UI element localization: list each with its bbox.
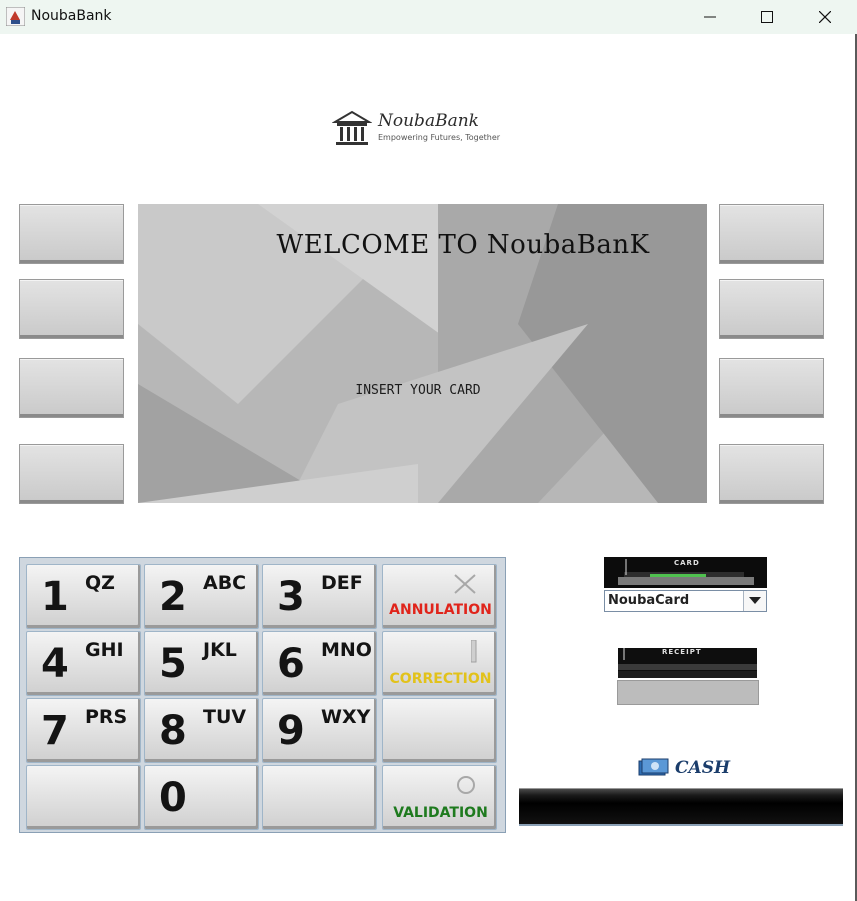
receipt-slot: RECEIPT: [618, 648, 757, 678]
key-letters: MNO: [321, 639, 372, 661]
key-digit: 1: [41, 574, 69, 620]
annulation-label: ANNULATION: [389, 602, 492, 618]
key-digit: 9: [277, 708, 305, 754]
blank-key-left[interactable]: [26, 765, 141, 830]
key-digit: 8: [159, 708, 187, 754]
blank-key-right[interactable]: [262, 765, 377, 830]
java-cup-icon: [6, 7, 25, 26]
validation-button[interactable]: VALIDATION: [382, 765, 497, 830]
validation-label: VALIDATION: [393, 805, 488, 821]
left-screen-button-1[interactable]: [19, 204, 124, 264]
chevron-down-icon: [749, 597, 761, 604]
cash-bill-icon: [638, 758, 669, 776]
key-3[interactable]: 3 DEF: [262, 564, 377, 629]
key-letters: WXY: [321, 706, 371, 728]
right-screen-button-1[interactable]: [719, 204, 824, 264]
cancel-x-icon: [454, 574, 476, 594]
key-digit: 2: [159, 574, 187, 620]
card-slot-label: CARD: [674, 559, 700, 567]
receipt-paper[interactable]: [617, 680, 759, 705]
left-screen-button-3[interactable]: [19, 358, 124, 418]
key-digit: 5: [159, 641, 187, 687]
welcome-message: WELCOME TO NoubaBanK: [276, 230, 650, 260]
maximize-button[interactable]: [738, 0, 796, 34]
key-9[interactable]: 9 WXY: [262, 698, 377, 763]
card-select-value: NoubaCard: [608, 593, 690, 608]
bank-logo: NoubaBank Empowering Futures, Together: [330, 105, 520, 155]
window-title: NoubaBank: [31, 8, 112, 24]
key-letters: DEF: [321, 572, 363, 594]
key-2[interactable]: 2 ABC: [144, 564, 259, 629]
close-button[interactable]: [796, 0, 854, 34]
atm-screen: WELCOME TO NoubaBanK INSERT YOUR CARD: [138, 204, 707, 503]
minimize-button[interactable]: [681, 0, 739, 34]
key-digit: 7: [41, 708, 69, 754]
key-letters: JKL: [203, 639, 237, 661]
left-screen-button-4[interactable]: [19, 444, 124, 504]
key-letters: GHI: [85, 639, 124, 661]
maximize-icon: [761, 11, 773, 23]
key-letters: QZ: [85, 572, 115, 594]
card-select[interactable]: NoubaCard: [604, 590, 767, 612]
card-slot[interactable]: CARD: [604, 557, 767, 588]
correction-label: CORRECTION: [389, 671, 492, 687]
key-0[interactable]: 0: [144, 765, 259, 830]
key-letters: ABC: [203, 572, 247, 594]
cash-label: CASH: [675, 758, 731, 778]
key-digit: 3: [277, 574, 305, 620]
key-digit: 6: [277, 641, 305, 687]
cash-dispenser-slot: [519, 788, 843, 826]
blank-function-button[interactable]: [382, 698, 497, 763]
key-letters: TUV: [203, 706, 247, 728]
key-6[interactable]: 6 MNO: [262, 631, 377, 696]
right-screen-button-2[interactable]: [719, 279, 824, 339]
annulation-button[interactable]: ANNULATION: [382, 564, 497, 629]
keypad: 1 QZ 2 ABC 3 DEF ANNULATION 4 GHI 5 JKL …: [19, 557, 506, 833]
right-screen-button-3[interactable]: [719, 358, 824, 418]
key-1[interactable]: 1 QZ: [26, 564, 141, 629]
key-letters: PRS: [85, 706, 128, 728]
logo-tagline: Empowering Futures, Together: [378, 133, 501, 142]
insert-card-prompt: INSERT YOUR CARD: [355, 383, 481, 398]
correction-button[interactable]: CORRECTION: [382, 631, 497, 696]
minimize-icon: [704, 16, 716, 18]
bank-building-icon: [332, 110, 372, 145]
key-7[interactable]: 7 PRS: [26, 698, 141, 763]
receipt-slot-label: RECEIPT: [662, 648, 702, 656]
left-screen-button-2[interactable]: [19, 279, 124, 339]
window-titlebar: NoubaBank: [0, 0, 857, 34]
key-8[interactable]: 8 TUV: [144, 698, 259, 763]
bar-icon: [471, 640, 477, 663]
key-4[interactable]: 4 GHI: [26, 631, 141, 696]
circle-icon: [457, 776, 475, 794]
key-digit: 4: [41, 641, 69, 687]
close-icon: [819, 11, 831, 23]
right-screen-button-4[interactable]: [719, 444, 824, 504]
card-select-dropdown-button[interactable]: [743, 591, 766, 611]
key-digit: 0: [159, 775, 187, 821]
logo-brand: NoubaBank: [378, 111, 479, 131]
key-5[interactable]: 5 JKL: [144, 631, 259, 696]
